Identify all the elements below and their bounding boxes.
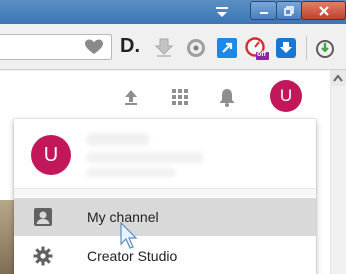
bell-icon[interactable] — [216, 86, 238, 108]
account-avatar: U — [31, 135, 71, 175]
account-box-icon — [32, 206, 54, 228]
close-icon — [318, 5, 329, 16]
menu-item-my-channel[interactable]: My channel — [14, 198, 316, 236]
music-disc-icon[interactable] — [185, 37, 207, 59]
screenshot-root: D. off U U My channel Creator Studio — [0, 0, 346, 274]
extension-d-label: D. — [120, 34, 140, 57]
account-avatar-letter: U — [43, 143, 59, 166]
blurred-account-email — [86, 152, 204, 163]
avatar[interactable]: U — [270, 80, 302, 112]
tab-list-icon[interactable] — [212, 4, 232, 20]
account-menu-header: U — [14, 119, 316, 189]
blurred-account-detail — [86, 168, 176, 177]
download-blue-icon[interactable] — [275, 37, 297, 59]
upload-icon[interactable] — [120, 86, 142, 108]
scroll-up-button[interactable] — [330, 70, 346, 86]
timer-download-icon[interactable] — [314, 37, 336, 59]
menu-divider — [14, 189, 316, 197]
avatar-letter: U — [279, 86, 293, 105]
video-thumbnail-edge[interactable] — [0, 200, 14, 274]
speed-gauge-icon[interactable]: off — [244, 37, 270, 60]
account-menu: U My channel Creator Studio — [14, 119, 316, 274]
gear-icon — [32, 245, 54, 267]
apps-grid-icon[interactable] — [169, 86, 191, 108]
page-scrollbar[interactable] — [330, 86, 346, 274]
menu-item-creator-studio[interactable]: Creator Studio — [14, 237, 316, 274]
toolbar-separator — [306, 36, 307, 60]
external-link-icon[interactable] — [216, 37, 238, 59]
close-button[interactable] — [301, 1, 346, 20]
off-badge: off — [257, 51, 266, 58]
minimize-icon — [259, 11, 268, 14]
window-titlebar — [0, 0, 346, 24]
extension-d-button[interactable]: D. — [120, 35, 146, 57]
maximize-icon — [284, 5, 294, 16]
minimize-button[interactable] — [250, 1, 277, 20]
heart-icon[interactable] — [84, 38, 104, 56]
maximize-button[interactable] — [276, 1, 302, 20]
download-arrow-icon[interactable] — [153, 37, 175, 59]
browser-toolbar: D. off — [0, 24, 346, 70]
mouse-cursor-icon — [119, 221, 141, 252]
chevron-up-icon — [333, 74, 343, 82]
blurred-account-name — [86, 133, 150, 146]
